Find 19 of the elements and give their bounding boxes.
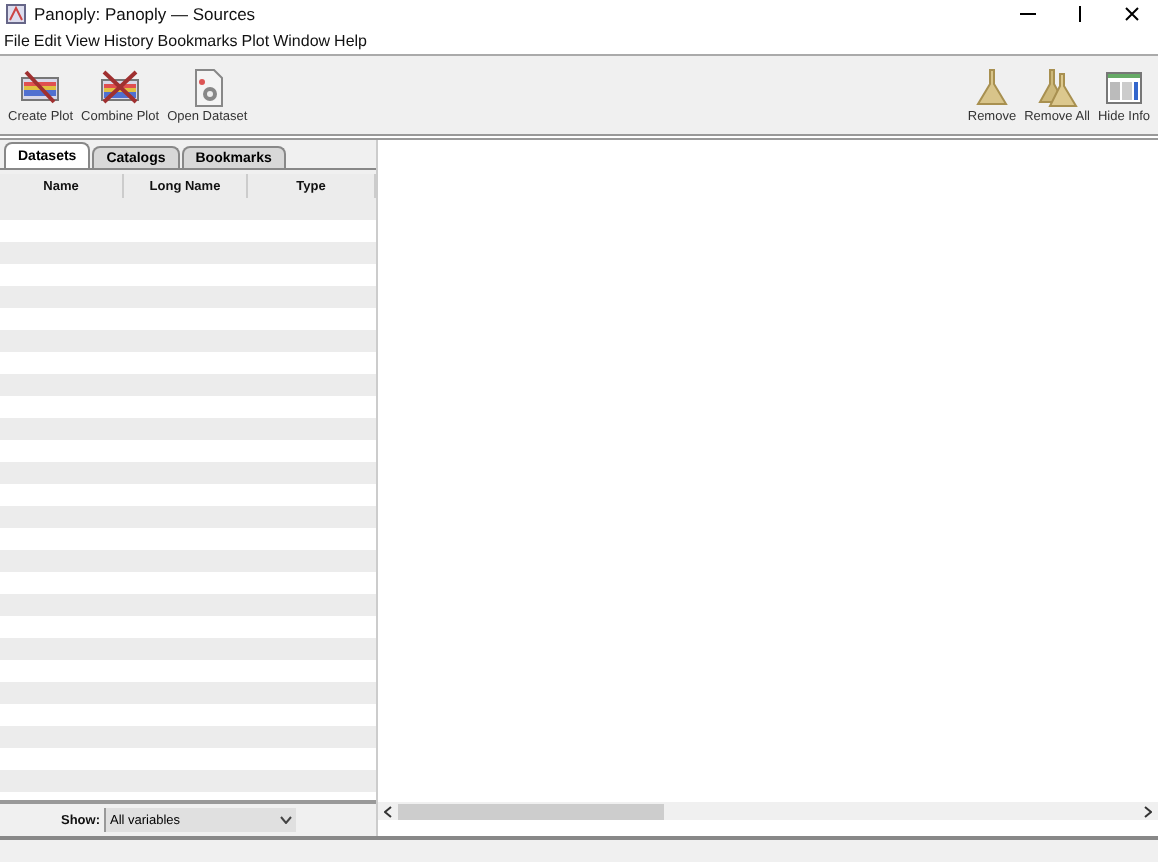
menu-item[interactable]: Plot (239, 32, 272, 50)
scrollbar-thumb[interactable] (398, 803, 665, 819)
document-gear-icon (189, 67, 226, 107)
window-title: Panoply: Panoply — Sources (34, 4, 256, 24)
menu-item[interactable]: Edit (31, 32, 64, 50)
menu-item[interactable]: Bookmarks (155, 32, 240, 50)
menu-item[interactable]: View (63, 32, 102, 50)
chevron-left-icon (384, 805, 392, 817)
app-icon (6, 4, 26, 24)
chevron-down-icon (280, 816, 292, 824)
plot-icon (18, 67, 63, 107)
panel-icon (1103, 67, 1144, 107)
combine-plot-icon (98, 67, 143, 107)
close-icon (1124, 6, 1140, 22)
menu-item[interactable]: Window (271, 32, 333, 50)
chevron-right-icon (1144, 805, 1152, 817)
menu-item[interactable]: Help (332, 32, 369, 50)
menu-item[interactable]: History (101, 32, 156, 50)
menu-item[interactable]: File (2, 32, 32, 50)
